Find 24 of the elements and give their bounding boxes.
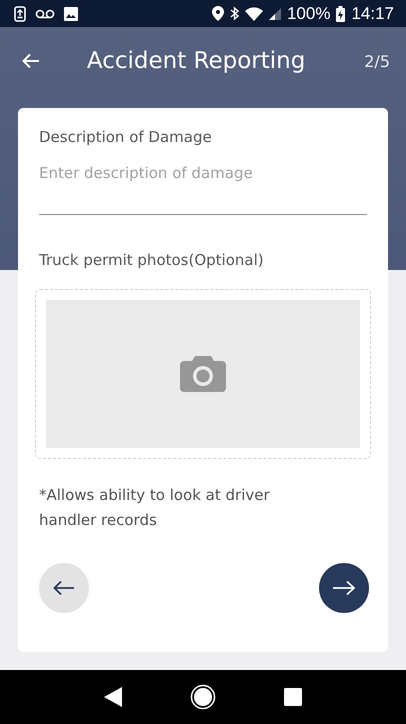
voicemail-icon — [35, 8, 55, 18]
screen-title: Accident Reporting — [86, 48, 306, 74]
phone-icon — [14, 6, 26, 22]
field-label: Truck permit photos(Optional) — [39, 251, 264, 269]
home-icon[interactable] — [190, 684, 216, 710]
battery-percent: 100% — [286, 4, 330, 24]
field-label: Description of Damage — [39, 128, 212, 146]
battery-charging-icon — [336, 6, 346, 22]
next-button[interactable] — [319, 563, 369, 613]
back-icon[interactable] — [104, 687, 122, 707]
location-icon — [212, 6, 224, 21]
photo-upload-area[interactable] — [35, 289, 371, 459]
clock: 14:17 — [351, 4, 394, 24]
bluetooth-icon — [230, 6, 239, 21]
wifi-icon — [244, 6, 263, 20]
right-arrow-icon — [332, 580, 356, 596]
note-text: *Allows ability to look at driver handler records — [39, 485, 271, 531]
previous-button[interactable] — [39, 563, 89, 613]
signal-icon — [268, 8, 281, 20]
description-input[interactable]: Enter description of damage — [39, 160, 367, 215]
back-arrow-icon[interactable] — [22, 53, 40, 69]
image-icon — [64, 6, 78, 20]
step-counter: 2/5 — [364, 52, 390, 70]
left-arrow-icon — [53, 580, 75, 596]
